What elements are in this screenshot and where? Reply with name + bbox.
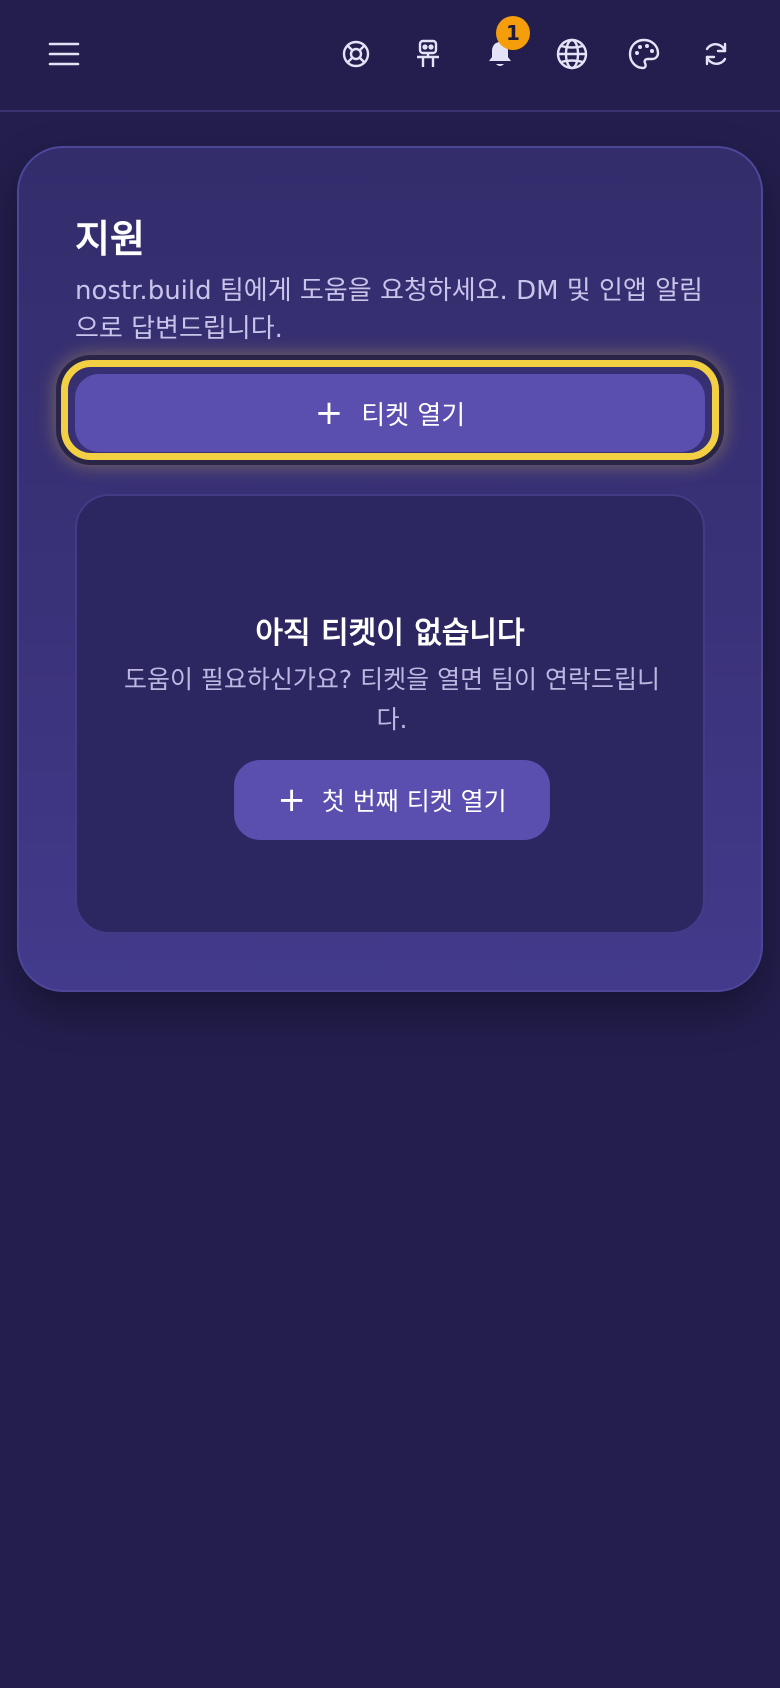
notification-badge: 1	[496, 16, 530, 50]
page-title: 지원	[75, 217, 145, 261]
plus-icon: +	[277, 780, 306, 820]
empty-state-text: 도움이 필요하신가요? 티켓을 열면 팀이 연락드립니다.	[123, 665, 660, 734]
support-description: nostr.build 팀에게 도움을 요청하세요. DM 및 인앱 알림으로 …	[75, 276, 703, 344]
lifebuoy-icon	[340, 38, 372, 70]
support-button[interactable]	[332, 30, 380, 78]
refresh-icon	[701, 39, 731, 69]
open-first-ticket-button[interactable]: + 첫 번째 티켓 열기	[234, 760, 550, 840]
robot-icon	[413, 38, 443, 70]
open-first-ticket-label: 첫 번째 티켓 열기	[321, 787, 507, 816]
theme-button[interactable]	[620, 30, 668, 78]
open-ticket-button[interactable]: + 티켓 열기	[75, 374, 705, 452]
notifications-button[interactable]: 1	[476, 16, 530, 78]
empty-state-panel: 아직 티켓이 없습니다 도움이 필요하신가요? 티켓을 열면 팀이 연락드립니다…	[75, 494, 705, 934]
empty-state-title: 아직 티켓이 없습니다	[255, 616, 525, 651]
palette-icon	[627, 37, 661, 71]
menu-icon	[47, 40, 81, 68]
bot-button[interactable]	[404, 30, 452, 78]
top-bar: 1	[0, 0, 780, 112]
language-button[interactable]	[548, 30, 596, 78]
menu-button[interactable]	[40, 30, 88, 78]
plus-icon: +	[314, 393, 344, 433]
open-ticket-label: 티켓 열기	[361, 400, 466, 431]
refresh-button[interactable]	[692, 30, 740, 78]
support-card: 지원 nostr.build 팀에게 도움을 요청하세요. DM 및 인앱 알림…	[17, 146, 763, 992]
globe-icon	[555, 37, 589, 71]
